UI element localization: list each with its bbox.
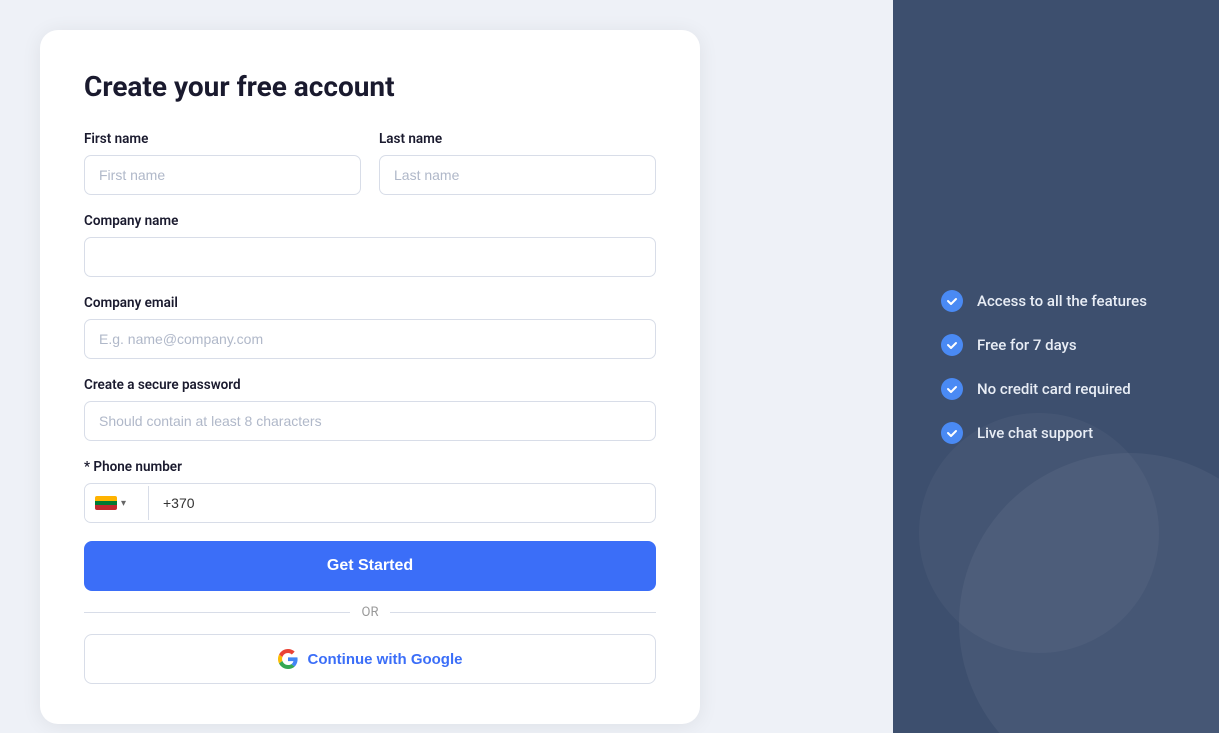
company-email-input[interactable] xyxy=(84,319,656,359)
get-started-button[interactable]: Get Started xyxy=(84,541,656,591)
right-panel: Access to all the features Free for 7 da… xyxy=(893,0,1219,733)
feature-text: Free for 7 days xyxy=(977,336,1077,354)
company-name-group: Company name xyxy=(84,213,656,277)
feature-item: Access to all the features xyxy=(941,290,1171,312)
left-panel: Create your free account First name Last… xyxy=(0,0,893,733)
name-row: First name Last name xyxy=(84,131,656,195)
feature-text: Access to all the features xyxy=(977,292,1147,310)
lithuania-flag xyxy=(95,496,117,510)
first-name-input[interactable] xyxy=(84,155,361,195)
feature-item: No credit card required xyxy=(941,378,1171,400)
phone-input-row: ▾ xyxy=(84,483,656,523)
company-email-group: Company email xyxy=(84,295,656,359)
phone-country-select[interactable]: ▾ xyxy=(85,486,149,520)
feature-text: Live chat support xyxy=(977,424,1093,442)
last-name-input[interactable] xyxy=(379,155,656,195)
phone-label: * Phone number xyxy=(84,459,656,475)
first-name-label: First name xyxy=(84,131,361,147)
features-list: Access to all the features Free for 7 da… xyxy=(941,290,1171,444)
company-name-label: Company name xyxy=(84,213,656,229)
form-title: Create your free account xyxy=(84,70,656,103)
phone-number-input[interactable] xyxy=(149,484,655,522)
check-icon xyxy=(941,378,963,400)
or-divider: OR xyxy=(84,605,656,620)
google-signin-button[interactable]: Continue with Google xyxy=(84,634,656,684)
phone-group: * Phone number ▾ xyxy=(84,459,656,523)
check-icon xyxy=(941,290,963,312)
feature-text: No credit card required xyxy=(977,380,1131,398)
last-name-label: Last name xyxy=(379,131,656,147)
divider-line-right xyxy=(390,612,656,613)
google-btn-label: Continue with Google xyxy=(308,651,463,668)
feature-item: Free for 7 days xyxy=(941,334,1171,356)
chevron-down-icon: ▾ xyxy=(121,498,126,509)
company-name-input[interactable] xyxy=(84,237,656,277)
last-name-group: Last name xyxy=(379,131,656,195)
google-icon xyxy=(278,649,298,669)
company-email-label: Company email xyxy=(84,295,656,311)
form-card: Create your free account First name Last… xyxy=(40,30,700,724)
or-text: OR xyxy=(362,605,379,620)
feature-item: Live chat support xyxy=(941,422,1171,444)
check-icon xyxy=(941,334,963,356)
password-group: Create a secure password xyxy=(84,377,656,441)
check-icon xyxy=(941,422,963,444)
first-name-group: First name xyxy=(84,131,361,195)
divider-line-left xyxy=(84,612,350,613)
password-label: Create a secure password xyxy=(84,377,656,393)
password-input[interactable] xyxy=(84,401,656,441)
